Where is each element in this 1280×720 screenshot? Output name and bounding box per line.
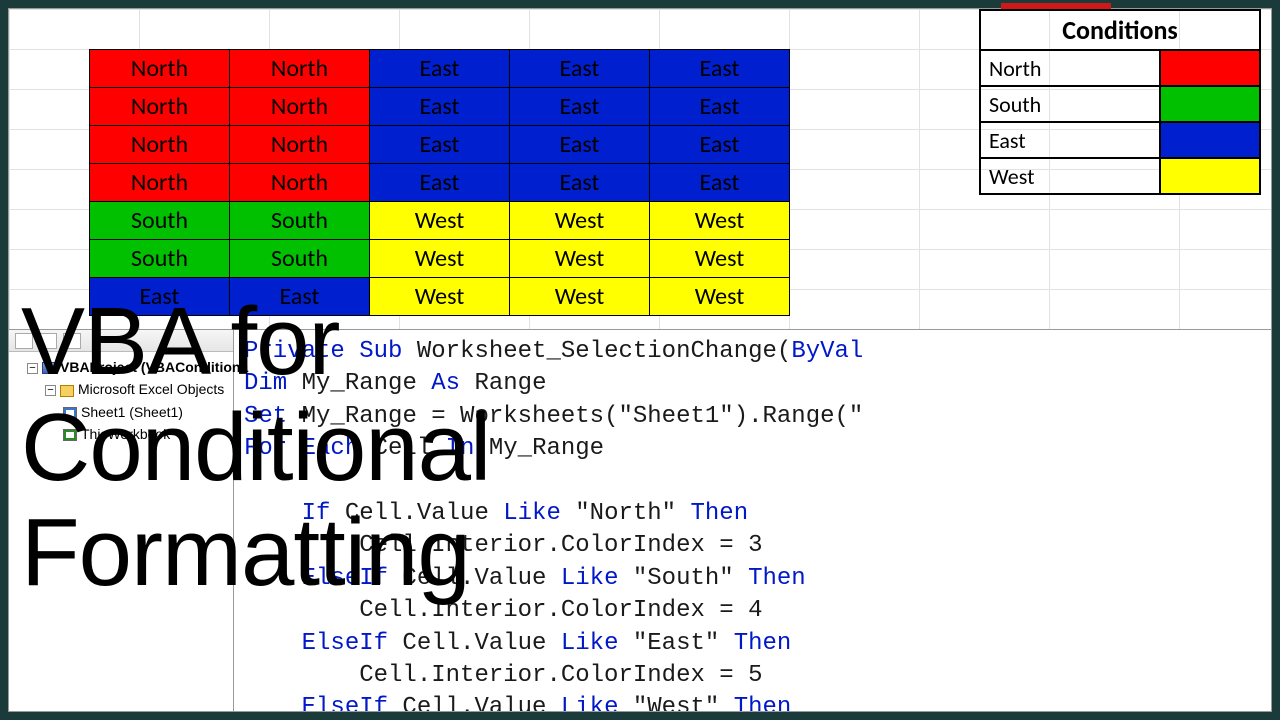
data-cell[interactable]: North: [90, 126, 230, 164]
code-editor[interactable]: Private Sub Worksheet_SelectionChange(By…: [234, 330, 1271, 711]
data-cell[interactable]: East: [650, 88, 790, 126]
data-cell[interactable]: West: [510, 240, 650, 278]
vba-editor: −VBAProject (VBAConditiona −Microsoft Ex…: [9, 329, 1271, 711]
data-cell[interactable]: West: [510, 202, 650, 240]
data-range[interactable]: NorthNorthEastEastEastNorthNorthEastEast…: [89, 49, 790, 316]
tree-project[interactable]: −VBAProject (VBAConditiona: [11, 356, 233, 378]
collapse-icon[interactable]: −: [45, 385, 56, 396]
condition-label[interactable]: West: [980, 158, 1160, 194]
app-window: NorthNorthEastEastEastNorthNorthEastEast…: [8, 8, 1272, 712]
project-tree[interactable]: −VBAProject (VBAConditiona − Microsoft Ex…: [9, 352, 233, 446]
data-cell[interactable]: South: [90, 240, 230, 278]
data-cell[interactable]: North: [230, 164, 370, 202]
tree-folder-label: Microsoft Excel Objects: [78, 381, 224, 397]
condition-swatch[interactable]: [1160, 158, 1260, 194]
data-cell[interactable]: North: [230, 50, 370, 88]
condition-label[interactable]: South: [980, 86, 1160, 122]
data-cell[interactable]: East: [510, 50, 650, 88]
condition-swatch[interactable]: [1160, 86, 1260, 122]
project-explorer[interactable]: −VBAProject (VBAConditiona − Microsoft Ex…: [9, 330, 234, 711]
data-cell[interactable]: East: [650, 50, 790, 88]
data-cell[interactable]: West: [370, 202, 510, 240]
tree-folder[interactable]: − Microsoft Excel Objects: [11, 378, 233, 400]
data-cell[interactable]: East: [230, 278, 370, 316]
tree-sheet-label: Sheet1 (Sheet1): [81, 404, 183, 420]
folder-icon: [60, 385, 74, 397]
data-cell[interactable]: West: [370, 278, 510, 316]
data-cell[interactable]: East: [510, 164, 650, 202]
collapse-icon[interactable]: −: [27, 363, 38, 374]
data-cell[interactable]: North: [90, 164, 230, 202]
tree-project-label: VBAProject (VBAConditiona: [60, 359, 248, 375]
data-cell[interactable]: West: [510, 278, 650, 316]
view-object-icon[interactable]: [39, 333, 57, 349]
data-cell[interactable]: North: [90, 50, 230, 88]
data-cell[interactable]: West: [650, 202, 790, 240]
data-cell[interactable]: East: [650, 164, 790, 202]
tree-sheet[interactable]: Sheet1 (Sheet1): [11, 401, 233, 423]
data-cell[interactable]: South: [90, 202, 230, 240]
data-cell[interactable]: East: [90, 278, 230, 316]
worksheet-area[interactable]: NorthNorthEastEastEastNorthNorthEastEast…: [9, 9, 1271, 329]
conditions-header: Conditions: [980, 10, 1260, 50]
data-cell[interactable]: West: [370, 240, 510, 278]
workbook-icon: [63, 429, 77, 441]
data-cell[interactable]: North: [230, 126, 370, 164]
view-code-icon[interactable]: [15, 333, 33, 349]
project-icon: [42, 362, 56, 374]
condition-label[interactable]: East: [980, 122, 1160, 158]
conditions-table[interactable]: Conditions NorthSouthEastWest: [979, 9, 1261, 195]
toggle-folders-icon[interactable]: [63, 333, 81, 349]
data-cell[interactable]: East: [370, 164, 510, 202]
data-cell[interactable]: East: [370, 126, 510, 164]
condition-swatch[interactable]: [1160, 122, 1260, 158]
project-toolbar: [9, 330, 233, 352]
data-cell[interactable]: West: [650, 240, 790, 278]
condition-label[interactable]: North: [980, 50, 1160, 86]
data-cell[interactable]: East: [510, 88, 650, 126]
tree-workbook-label: ThisWorkbook: [81, 426, 170, 442]
data-cell[interactable]: East: [650, 126, 790, 164]
data-cell[interactable]: West: [650, 278, 790, 316]
data-cell[interactable]: South: [230, 240, 370, 278]
data-cell[interactable]: East: [370, 88, 510, 126]
data-cell[interactable]: East: [370, 50, 510, 88]
worksheet-icon: [63, 407, 77, 419]
data-cell[interactable]: North: [230, 88, 370, 126]
data-cell[interactable]: North: [90, 88, 230, 126]
data-cell[interactable]: South: [230, 202, 370, 240]
tree-workbook[interactable]: ThisWorkbook: [11, 423, 233, 445]
condition-swatch[interactable]: [1160, 50, 1260, 86]
data-cell[interactable]: East: [510, 126, 650, 164]
